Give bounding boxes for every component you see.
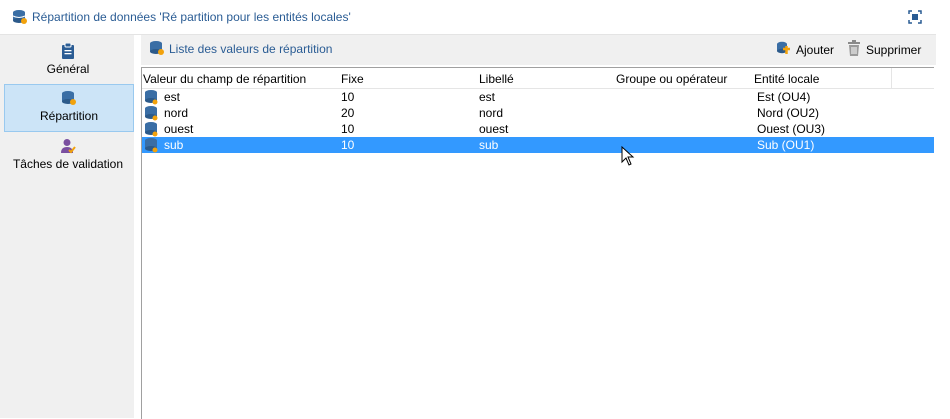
table-row[interactable]: ouest 10 ouest Ouest (OU3) bbox=[142, 121, 934, 137]
sidebar-item-label: Général bbox=[46, 62, 90, 76]
window-title: Répartition de données 'Ré partition pou… bbox=[32, 10, 351, 24]
title-bar: Répartition de données 'Ré partition pou… bbox=[0, 0, 936, 35]
clipboard-icon bbox=[4, 42, 132, 62]
add-button[interactable]: Ajouter bbox=[775, 40, 834, 59]
database-user-icon bbox=[5, 90, 133, 109]
cell-fixe: 10 bbox=[341, 122, 355, 136]
cell-entite: Est (OU4) bbox=[757, 90, 811, 104]
cell-value: nord bbox=[164, 106, 189, 120]
cell-fixe: 20 bbox=[341, 106, 355, 120]
sidebar-item-label: Tâches de validation bbox=[12, 157, 124, 171]
table-row[interactable]: nord 20 nord Nord (OU2) bbox=[142, 105, 934, 121]
cell-libelle: est bbox=[479, 90, 496, 104]
database-icon bbox=[149, 40, 165, 59]
cell-libelle: sub bbox=[479, 138, 499, 152]
trash-icon bbox=[847, 40, 861, 59]
mouse-cursor-icon bbox=[621, 145, 635, 169]
dialog-window: Répartition de données 'Ré partition pou… bbox=[0, 0, 950, 419]
cell-entite: Nord (OU2) bbox=[757, 106, 820, 120]
cell-libelle: nord bbox=[479, 106, 504, 120]
cell-value: sub bbox=[164, 138, 184, 152]
add-label: Ajouter bbox=[796, 42, 835, 57]
add-icon bbox=[775, 40, 791, 59]
list-title: Liste des valeurs de répartition bbox=[169, 42, 333, 56]
delete-label: Supprimer bbox=[866, 42, 922, 57]
column-header-entite[interactable]: Entité locale bbox=[754, 72, 819, 86]
column-separator bbox=[891, 68, 892, 88]
cell-value: est bbox=[164, 90, 181, 104]
delete-button[interactable]: Supprimer bbox=[847, 40, 921, 59]
toolbar: Liste des valeurs de répartition Ajouter bbox=[141, 35, 936, 65]
database-user-icon bbox=[144, 137, 160, 156]
sidebar-item-repartition[interactable]: Répartition bbox=[4, 84, 134, 132]
column-header-libelle[interactable]: Libellé bbox=[479, 72, 514, 86]
cell-entite: Sub (OU1) bbox=[757, 138, 815, 152]
main-panel: Liste des valeurs de répartition Ajouter bbox=[141, 35, 936, 419]
sidebar-item-general[interactable]: Général bbox=[4, 39, 132, 83]
column-header-value[interactable]: Valeur du champ de répartition bbox=[143, 72, 306, 86]
table-row-selected[interactable]: sub 10 sub Sub (OU1) bbox=[142, 137, 934, 153]
sidebar-item-label: Répartition bbox=[39, 109, 99, 123]
table-header: Valeur du champ de répartition Fixe Libe… bbox=[142, 68, 934, 89]
maximize-icon[interactable] bbox=[908, 10, 922, 24]
table-row[interactable]: est 10 est Est (OU4) bbox=[142, 89, 934, 105]
cell-entite: Ouest (OU3) bbox=[757, 122, 826, 136]
column-header-fixe[interactable]: Fixe bbox=[341, 72, 364, 86]
user-check-icon bbox=[4, 138, 132, 157]
cell-libelle: ouest bbox=[479, 122, 509, 136]
values-table[interactable]: Valeur du champ de répartition Fixe Libe… bbox=[141, 67, 934, 419]
sidebar-item-validation[interactable]: Tâches de validation bbox=[4, 135, 132, 179]
cell-fixe: 10 bbox=[341, 138, 355, 152]
sidebar: Général Répartition Tâches de validation bbox=[0, 35, 134, 418]
column-header-groupe[interactable]: Groupe ou opérateur bbox=[616, 72, 727, 86]
cell-value: ouest bbox=[164, 122, 194, 136]
database-icon bbox=[12, 9, 28, 28]
cell-fixe: 10 bbox=[341, 90, 355, 104]
